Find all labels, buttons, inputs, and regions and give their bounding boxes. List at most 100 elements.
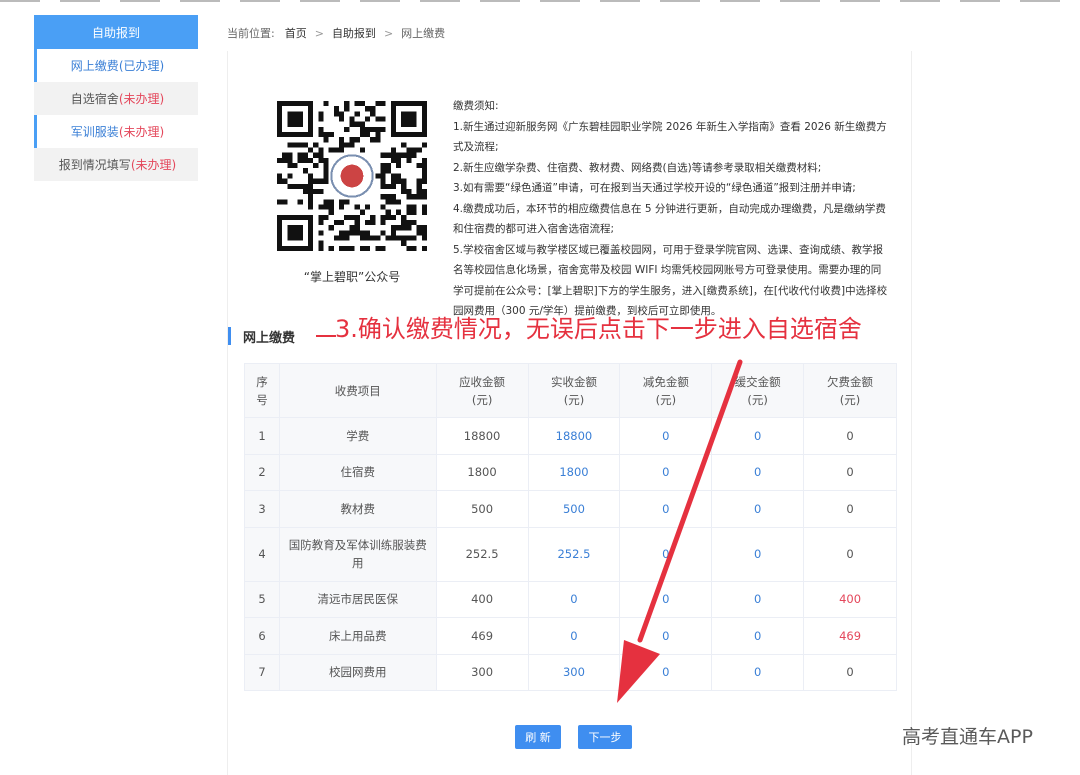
- sidebar: 自助报到 网上缴费 (已办理) 自选宿舍 (未办理) 军训服装 (未办理) 报到情况填…: [34, 15, 198, 181]
- cell-item: 教材费: [278, 490, 437, 528]
- cell-due: 252.5: [435, 526, 529, 582]
- sidebar-item-online-payment[interactable]: 网上缴费 (已办理): [34, 49, 198, 82]
- breadcrumb-label: 当前位置:: [227, 27, 275, 40]
- cell-waived: 0: [619, 580, 713, 618]
- sidebar-item-status: (未办理): [118, 92, 165, 106]
- cell-owed: 0: [803, 417, 897, 455]
- breadcrumb-home-link[interactable]: 首页: [285, 25, 307, 41]
- watermark: 高考直通车APP: [902, 726, 1033, 748]
- page: 自助报到 网上缴费 (已办理) 自选宿舍 (未办理) 军训服装 (未办理) 报到情况填…: [0, 0, 1080, 775]
- annotation-line: [316, 335, 336, 337]
- cell-no: 6: [244, 617, 280, 655]
- cell-paid: 300: [527, 653, 621, 691]
- annotation-text: 3.确认缴费情况，无误后点击下一步进入自选宿舍: [335, 315, 862, 343]
- breadcrumb-current: 网上缴费: [401, 27, 446, 40]
- cell-paid: 0: [527, 617, 621, 655]
- sidebar-item-military-uniform[interactable]: 军训服装 (未办理): [34, 115, 198, 148]
- table-row: 2 住宿费 1800 1800 0 0 0: [244, 453, 897, 491]
- cell-item: 校园网费用: [278, 653, 437, 691]
- qr-caption: “掌上碧职”公众号: [303, 270, 401, 284]
- cell-waived: 0: [619, 526, 713, 582]
- cell-deferred: 0: [711, 617, 805, 655]
- section-accent-bar: [228, 327, 231, 345]
- table-row: 1 学费 18800 18800 0 0 0: [244, 417, 897, 455]
- cell-deferred: 0: [711, 417, 805, 455]
- cell-due: 500: [435, 490, 529, 528]
- section-title: 网上缴费: [243, 330, 296, 346]
- cell-owed: 400: [803, 580, 897, 618]
- table-row: 3 教材费 500 500 0 0 0: [244, 490, 897, 528]
- col-header-item: 收费项目: [278, 363, 437, 418]
- cell-paid: 1800: [527, 453, 621, 491]
- sidebar-item-status: (已办理): [118, 59, 165, 73]
- notice-item: 4.缴费成功后，本环节的相应缴费信息在 5 分钟进行更新，自动完成办理缴费，凡是…: [453, 202, 886, 236]
- breadcrumb: 当前位置: 首页 > 自助报到 > 网上缴费: [227, 15, 912, 51]
- breadcrumb-separator: >: [383, 26, 394, 40]
- fee-table: 序号 收费项目 应收金额 (元) 实收金额 (元) 减免金额 (元) 缓交金额 (元) …: [244, 363, 897, 691]
- cell-due: 300: [435, 653, 529, 691]
- cell-deferred: 0: [711, 580, 805, 618]
- sidebar-item-label: 报到情况填写: [58, 158, 131, 172]
- top-dashed-line: [0, 0, 1080, 2]
- cell-no: 7: [244, 653, 280, 691]
- col-header-deferred: 缓交金额 (元): [711, 363, 805, 418]
- sidebar-item-dorm-select[interactable]: 自选宿舍 (未办理): [34, 82, 198, 115]
- cell-waived: 0: [619, 617, 713, 655]
- cell-owed: 0: [803, 490, 897, 528]
- payment-panel: “掌上碧职”公众号 缴费须知: 1.新生通过迎新服务网《广东碧桂园职业学院 20…: [227, 51, 912, 775]
- sidebar-item-label: 自选宿舍: [70, 92, 119, 106]
- cell-waived: 0: [619, 453, 713, 491]
- cell-deferred: 0: [711, 526, 805, 582]
- col-header-waived: 减免金额 (元): [619, 363, 713, 418]
- cell-no: 5: [244, 580, 280, 618]
- cell-item: 国防教育及军体训练服装费用: [278, 526, 437, 582]
- cell-owed: 0: [803, 653, 897, 691]
- table-row: 5 清远市居民医保 400 0 0 0 400: [244, 580, 897, 618]
- col-header-due: 应收金额 (元): [435, 363, 529, 418]
- col-header-paid: 实收金额 (元): [527, 363, 621, 418]
- notice-item: 2.新生应缴学杂费、住宿费、教材费、网络费(自选)等请参考录取相关缴费材料;: [453, 161, 822, 174]
- cell-paid: 500: [527, 490, 621, 528]
- cell-paid: 18800: [527, 417, 621, 455]
- qr-block: “掌上碧职”公众号: [262, 101, 442, 285]
- cell-deferred: 0: [711, 653, 805, 691]
- cell-item: 住宿费: [278, 453, 437, 491]
- payment-notice: 缴费须知: 1.新生通过迎新服务网《广东碧桂园职业学院 2026 年新生入学指南…: [453, 96, 888, 322]
- cell-due: 1800: [435, 453, 529, 491]
- cell-item: 清远市居民医保: [278, 580, 437, 618]
- sidebar-item-report-form[interactable]: 报到情况填写 (未办理): [34, 148, 198, 181]
- cell-paid: 252.5: [527, 526, 621, 582]
- sidebar-item-label: 军训服装: [70, 125, 119, 139]
- breadcrumb-selfreport-link[interactable]: 自助报到: [332, 25, 376, 41]
- cell-paid: 0: [527, 580, 621, 618]
- cell-waived: 0: [619, 653, 713, 691]
- notice-title: 缴费须知:: [453, 100, 499, 112]
- col-header-no: 序号: [244, 363, 280, 418]
- cell-no: 1: [244, 417, 280, 455]
- cell-deferred: 0: [711, 453, 805, 491]
- notice-item: 3.如有需要“绿色通道”申请，可在报到当天通过学校开设的“绿色通道”报到注册并申…: [453, 182, 856, 194]
- cell-owed: 0: [803, 453, 897, 491]
- cell-due: 18800: [435, 417, 529, 455]
- cell-no: 2: [244, 453, 280, 491]
- cell-due: 400: [435, 580, 529, 618]
- cell-item: 床上用品费: [278, 617, 437, 655]
- cell-item: 学费: [278, 417, 437, 455]
- cell-deferred: 0: [711, 490, 805, 528]
- notice-item: 1.新生通过迎新服务网《广东碧桂园职业学院 2026 年新生入学指南》查看 20…: [453, 120, 887, 154]
- cell-waived: 0: [619, 490, 713, 528]
- sidebar-item-status: (未办理): [118, 125, 165, 139]
- table-header-row: 序号 收费项目 应收金额 (元) 实收金额 (元) 减免金额 (元) 缓交金额 (元) …: [244, 363, 897, 418]
- table-row: 4 国防教育及军体训练服装费用 252.5 252.5 0 0 0: [244, 526, 897, 582]
- sidebar-item-status: (未办理): [130, 158, 177, 172]
- next-step-button[interactable]: 下一步: [578, 725, 632, 749]
- cell-owed: 0: [803, 526, 897, 582]
- breadcrumb-separator: >: [314, 26, 324, 40]
- main-content: 当前位置: 首页 > 自助报到 > 网上缴费 “掌上碧职”公众号 缴费须知: 1…: [227, 15, 912, 775]
- cell-owed: 469: [803, 617, 897, 655]
- cell-no: 4: [244, 526, 280, 582]
- col-header-owed: 欠费金额 (元): [803, 363, 897, 418]
- cell-due: 469: [435, 617, 529, 655]
- cell-no: 3: [244, 490, 280, 528]
- refresh-button[interactable]: 刷 新: [515, 725, 561, 749]
